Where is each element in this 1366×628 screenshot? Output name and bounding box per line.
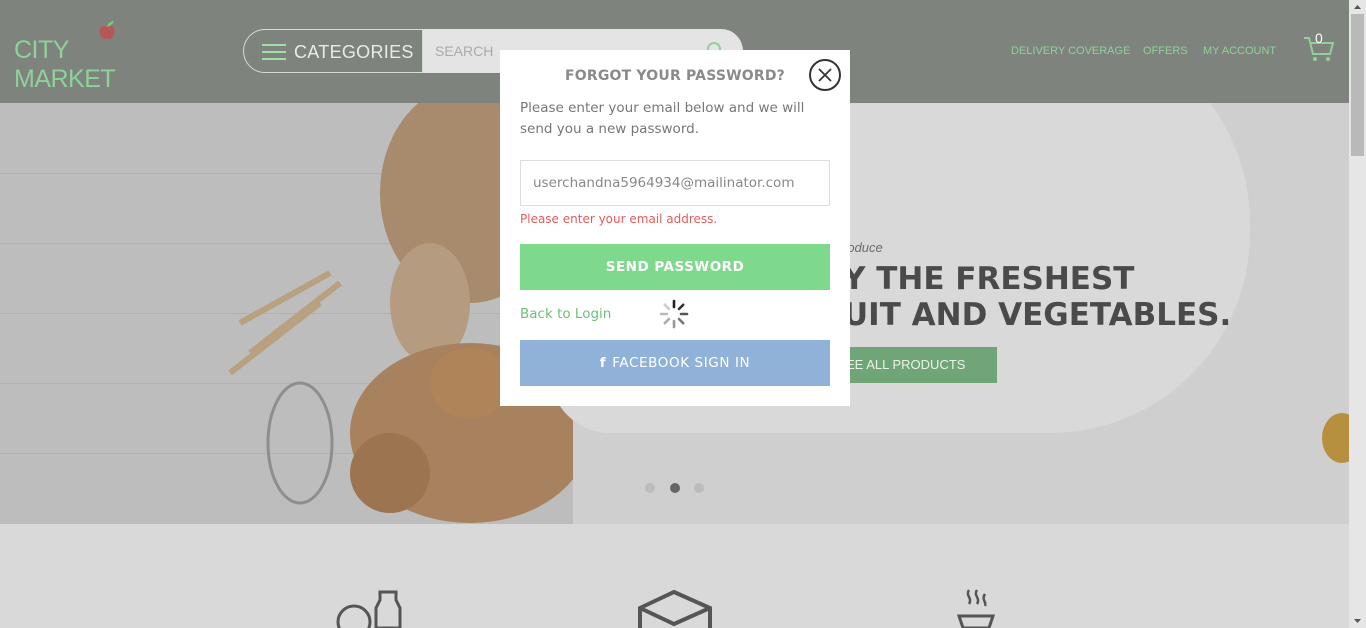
categories-button[interactable]: CATEGORIES [243,29,423,73]
modal-title: FORGOT YOUR PASSWORD? [564,68,786,84]
nav-delivery-coverage[interactable]: DELIVERY COVERAGE [1011,45,1130,57]
close-icon [818,68,832,82]
carousel-dot-3[interactable] [694,483,704,493]
hero-title-line2: UIT AND VEGETABLES. [843,297,1232,333]
scroll-down-icon[interactable] [1349,614,1366,628]
hot-food-icon [956,589,996,628]
carousel-dot-2[interactable] [670,483,680,493]
hero-title-line1: Y THE FRESHEST [843,261,1135,297]
facebook-icon: f [599,355,607,371]
logo-text: CITY MARKET [14,36,116,93]
modal-description: Please enter your email below and we wil… [520,100,805,137]
loading-spinner-icon [659,299,689,329]
features-section [0,524,1349,628]
back-to-login-link[interactable]: Back to Login [520,306,611,322]
city-market-logo[interactable]: CITY MARKET [14,10,164,93]
see-all-products-button[interactable]: EE ALL PRODUCTS [843,347,997,383]
cart-count-badge: 0 [1315,30,1323,46]
nav-offers[interactable]: OFFERS [1143,45,1188,57]
scroll-up-icon[interactable] [1349,0,1366,14]
tomato-bottle-icon [336,590,402,628]
close-modal-button[interactable] [809,59,841,91]
scrollbar-thumb[interactable] [1351,14,1364,156]
send-password-button[interactable]: SEND PASSWORD [520,244,830,290]
carousel-dot-1[interactable] [645,483,655,493]
categories-label: CATEGORIES [294,42,414,62]
hamburger-icon [262,44,286,60]
nav-my-account[interactable]: MY ACCOUNT [1203,45,1276,57]
box-icon [638,589,712,628]
facebook-sign-in-label: FACEBOOK SIGN IN [612,355,751,371]
hero-title: Y THE FRESHEST UIT AND VEGETABLES. [843,261,1231,333]
email-error-message: Please enter your email address. [520,212,718,226]
hero-bread-image [0,103,573,524]
facebook-sign-in-button[interactable]: f FACEBOOK SIGN IN [520,340,830,386]
email-field[interactable] [520,160,830,206]
forgot-password-modal: FORGOT YOUR PASSWORD? Please enter your … [500,50,850,406]
